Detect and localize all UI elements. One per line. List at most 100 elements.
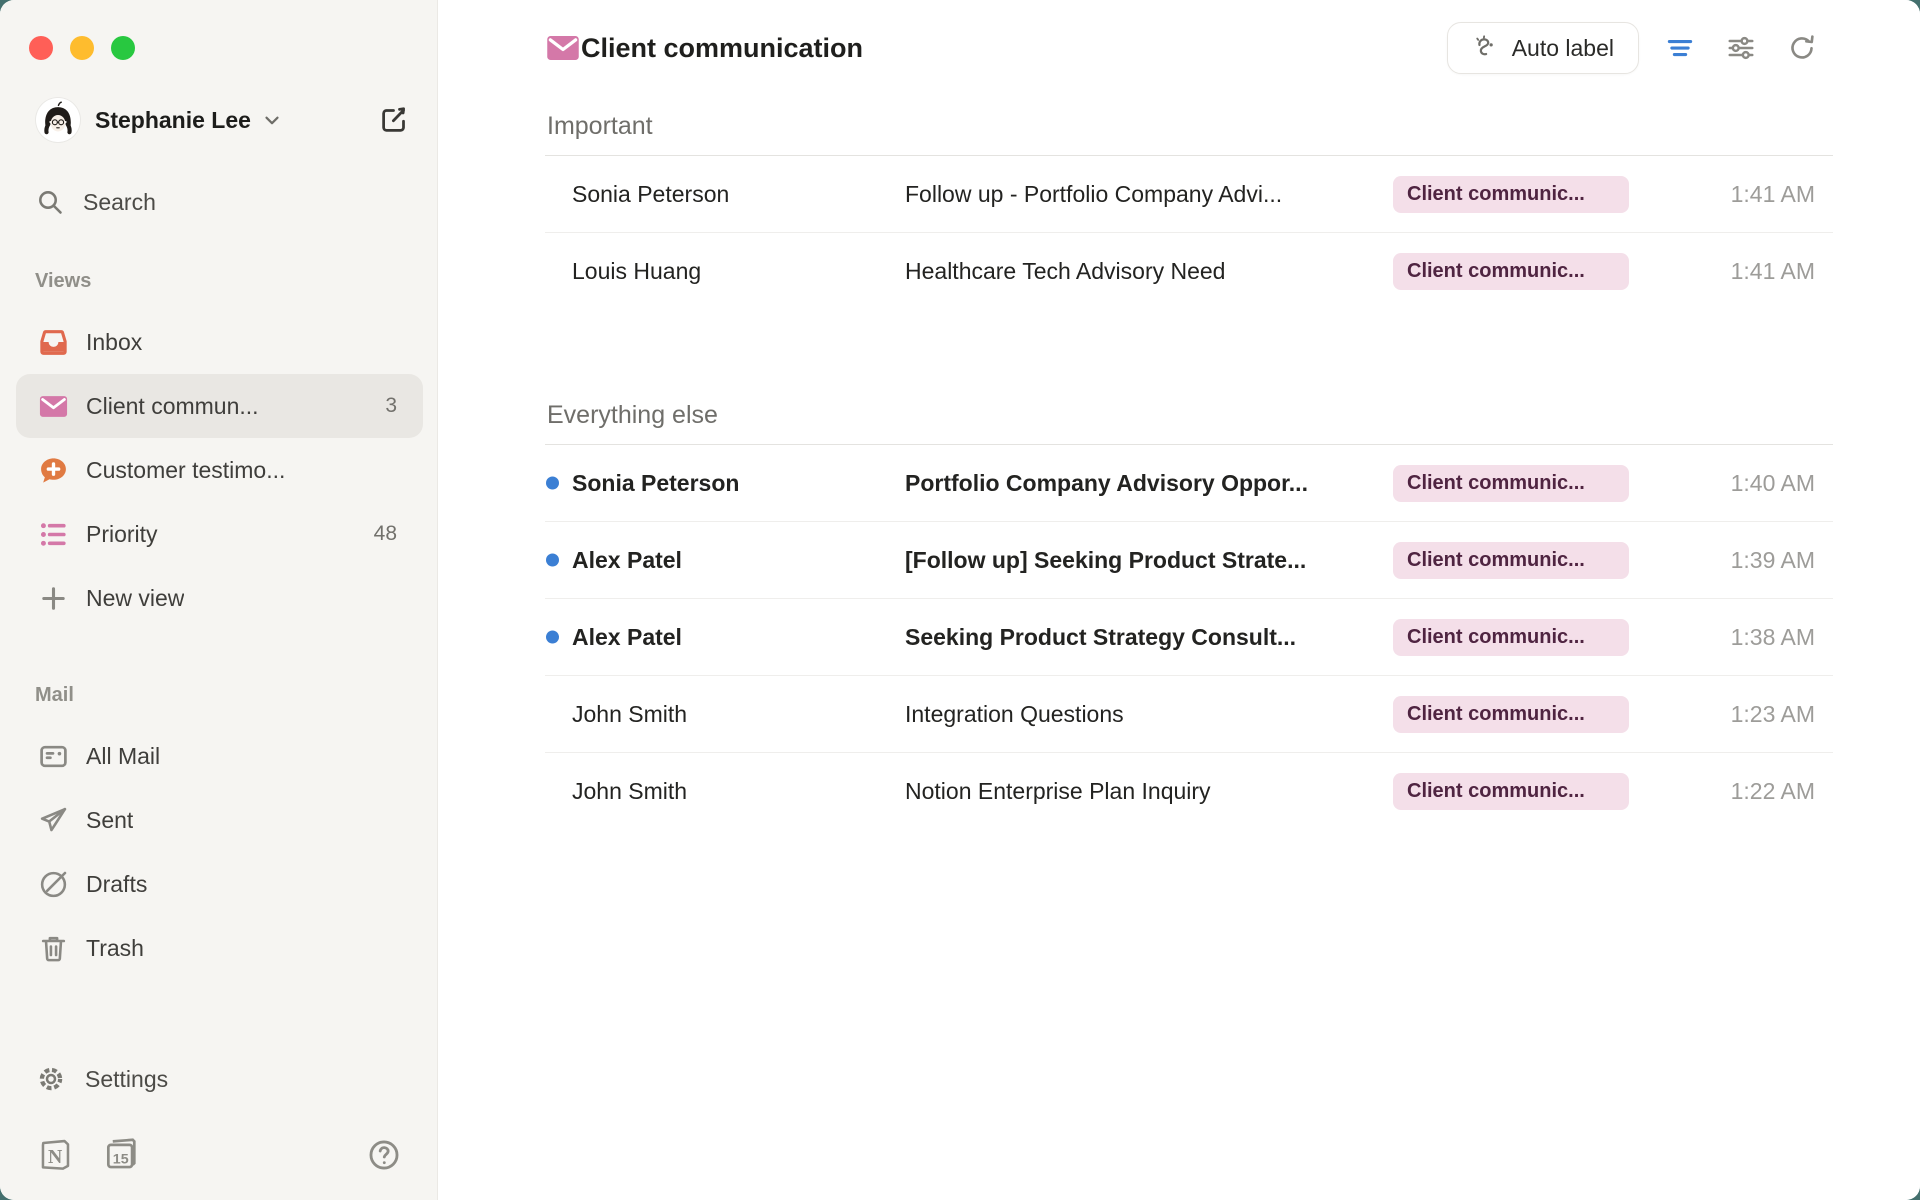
sidebar-item-label: New view — [86, 585, 184, 612]
email-sender: Sonia Peterson — [572, 181, 905, 208]
email-row[interactable]: Sonia Peterson Follow up - Portfolio Com… — [545, 156, 1833, 233]
unread-dot-icon — [546, 554, 559, 567]
plus-icon — [37, 582, 70, 615]
list-icon — [37, 518, 70, 551]
email-row[interactable]: John Smith Integration Questions Client … — [545, 676, 1833, 753]
email-row[interactable]: Alex Patel [Follow up] Seeking Product S… — [545, 522, 1833, 599]
email-section-rows: Sonia Peterson Portfolio Company Advisor… — [545, 445, 1833, 829]
sidebar-item-label: Drafts — [86, 871, 147, 898]
display-settings-button[interactable] — [1721, 28, 1761, 68]
email-subject: Portfolio Company Advisory Oppor... — [905, 470, 1375, 497]
sidebar-footer: N 15 — [36, 1136, 401, 1174]
email-sender: Alex Patel — [572, 547, 905, 574]
email-subject: Notion Enterprise Plan Inquiry — [905, 778, 1375, 805]
svg-text:15: 15 — [113, 1151, 129, 1167]
email-time: 1:22 AM — [1629, 778, 1815, 805]
sidebar-item-count: 48 — [364, 522, 397, 546]
email-section-title: Important — [545, 112, 1833, 141]
compose-button[interactable] — [379, 105, 409, 135]
settings-button[interactable]: Settings — [36, 1064, 437, 1094]
email-subject: [Follow up] Seeking Product Strate... — [905, 547, 1375, 574]
profile-name: Stephanie Lee — [95, 107, 251, 134]
calendar-icon[interactable]: 15 — [102, 1136, 140, 1174]
email-subject: Seeking Product Strategy Consult... — [905, 624, 1375, 651]
close-window-button[interactable] — [29, 36, 53, 60]
refresh-button[interactable] — [1782, 28, 1822, 68]
email-label-badge[interactable]: Client communic... — [1393, 619, 1629, 656]
zoom-window-button[interactable] — [111, 36, 135, 60]
email-label-badge[interactable]: Client communic... — [1393, 542, 1629, 579]
email-label-badge[interactable]: Client communic... — [1393, 773, 1629, 810]
sidebar-item-label: Customer testimo... — [86, 457, 285, 484]
sidebar-item-label: Trash — [86, 935, 144, 962]
email-label-badge[interactable]: Client communic... — [1393, 465, 1629, 502]
email-sender: John Smith — [572, 701, 905, 728]
email-time: 1:39 AM — [1629, 547, 1815, 574]
wand-icon — [1472, 34, 1500, 62]
email-time: 1:40 AM — [1629, 470, 1815, 497]
sidebar-item-trash[interactable]: Trash — [16, 916, 423, 980]
profile-switcher[interactable]: Stephanie Lee — [36, 98, 409, 142]
email-row[interactable]: Sonia Peterson Portfolio Company Advisor… — [545, 445, 1833, 522]
sidebar-item-customer-testimonials[interactable]: Customer testimo... — [16, 438, 423, 502]
main-panel: Client communication Auto label Importan… — [438, 0, 1920, 1200]
chat-plus-icon — [37, 454, 70, 487]
gear-icon — [36, 1064, 66, 1094]
email-label-badge[interactable]: Client communic... — [1393, 176, 1629, 213]
sidebar-item-sent[interactable]: Sent — [16, 788, 423, 852]
email-sender: Alex Patel — [572, 624, 905, 651]
search-label: Search — [83, 189, 156, 216]
email-label-badge[interactable]: Client communic... — [1393, 253, 1629, 290]
email-row[interactable]: John Smith Notion Enterprise Plan Inquir… — [545, 753, 1833, 829]
email-time: 1:41 AM — [1629, 258, 1815, 285]
allmail-icon — [37, 740, 70, 773]
help-icon[interactable] — [367, 1138, 401, 1172]
chevron-down-icon[interactable] — [261, 109, 283, 131]
email-sender: John Smith — [572, 778, 905, 805]
mail-section-label: Mail — [35, 684, 437, 707]
email-label-badge[interactable]: Client communic... — [1393, 696, 1629, 733]
sidebar-item-drafts[interactable]: Drafts — [16, 852, 423, 916]
email-section-rows: Sonia Peterson Follow up - Portfolio Com… — [545, 156, 1833, 309]
unread-dot-icon — [546, 631, 559, 644]
email-row[interactable]: Louis Huang Healthcare Tech Advisory Nee… — [545, 233, 1833, 309]
settings-label: Settings — [85, 1066, 168, 1093]
svg-text:N: N — [48, 1146, 63, 1168]
email-section: Everything else Sonia Peterson Portfolio… — [545, 401, 1833, 829]
email-sender: Sonia Peterson — [572, 470, 905, 497]
sidebar-item-count: 3 — [375, 394, 397, 418]
minimize-window-button[interactable] — [70, 36, 94, 60]
sidebar-item-inbox[interactable]: Inbox — [16, 310, 423, 374]
views-section-label: Views — [35, 270, 437, 293]
auto-label-button[interactable]: Auto label — [1447, 22, 1639, 74]
search-button[interactable]: Search — [36, 188, 409, 216]
sidebar-item-client-communication[interactable]: Client commun... 3 — [16, 374, 423, 438]
sidebar-spacer — [0, 980, 437, 1064]
filter-button[interactable] — [1660, 28, 1700, 68]
drafts-icon — [37, 868, 70, 901]
email-time: 1:38 AM — [1629, 624, 1815, 651]
sidebar-item-all-mail[interactable]: All Mail — [16, 724, 423, 788]
sidebar-item-label: Priority — [86, 521, 158, 548]
email-section: Important Sonia Peterson Follow up - Por… — [545, 112, 1833, 309]
sidebar-item-label: Client commun... — [86, 393, 259, 420]
trash-icon — [37, 932, 70, 965]
page-title: Client communication — [581, 33, 863, 64]
app-window: Stephanie Lee Search Views Inbox Client … — [0, 0, 1920, 1200]
email-subject: Follow up - Portfolio Company Advi... — [905, 181, 1375, 208]
sidebar-item-new-view[interactable]: New view — [16, 566, 423, 630]
avatar — [36, 98, 80, 142]
email-subject: Healthcare Tech Advisory Need — [905, 258, 1375, 285]
window-controls — [0, 0, 437, 60]
email-time: 1:41 AM — [1629, 181, 1815, 208]
email-subject: Integration Questions — [905, 701, 1375, 728]
notion-logo-icon[interactable]: N — [36, 1136, 74, 1174]
email-time: 1:23 AM — [1629, 701, 1815, 728]
header-controls: Auto label — [1447, 22, 1822, 74]
email-section-title: Everything else — [545, 401, 1833, 430]
views-nav: Inbox Client commun... 3 Customer testim… — [0, 310, 437, 630]
mail-nav: All Mail Sent Drafts Trash — [0, 724, 437, 980]
email-row[interactable]: Alex Patel Seeking Product Strategy Cons… — [545, 599, 1833, 676]
sidebar-item-label: Inbox — [86, 329, 142, 356]
sidebar-item-priority[interactable]: Priority 48 — [16, 502, 423, 566]
